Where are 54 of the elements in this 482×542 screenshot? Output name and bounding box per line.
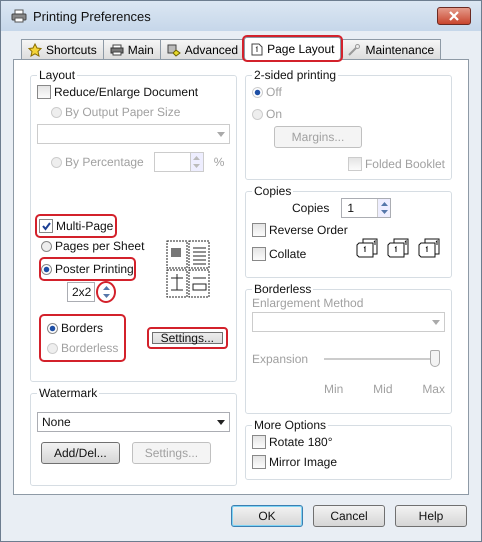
checkmark-icon <box>40 220 52 232</box>
dialog-button[interactable]: Help <box>395 505 467 527</box>
caret-icon <box>217 132 225 136</box>
group-title: 2-sided printing <box>253 68 338 82</box>
group-title: More Options <box>253 418 328 432</box>
radio-option[interactable]: Pages per Sheet <box>41 236 144 256</box>
close-button[interactable] <box>437 7 471 25</box>
enlargement-method-label: Enlargement Method <box>252 296 364 310</box>
dialog-button[interactable]: OK <box>231 505 303 527</box>
window-title: Printing Preferences <box>33 8 151 24</box>
add-delete-button[interactable]: Add/Del... <box>41 442 120 464</box>
paper-size-dropdown[interactable] <box>37 124 230 144</box>
caret-icon <box>432 320 440 324</box>
copies-label: Copies <box>292 201 330 215</box>
wrench-icon <box>347 42 362 56</box>
spinner-arrows[interactable] <box>98 283 114 301</box>
copies-field[interactable]: 1 <box>341 198 392 218</box>
watermark-dropdown[interactable]: None <box>37 412 230 432</box>
tab[interactable]: Maintenance <box>340 39 442 59</box>
dialog-button[interactable]: Cancel <box>313 505 385 527</box>
enlargement-method-dropdown[interactable] <box>252 312 445 332</box>
percent-sign: % <box>214 155 224 169</box>
group-title: Borderless <box>253 282 312 296</box>
group-title: Copies <box>253 184 292 198</box>
radio-option[interactable]: Poster Printing <box>41 259 134 279</box>
reverse-order-checkbox[interactable]: Reverse Order <box>252 220 348 240</box>
radio-option[interactable]: Borders <box>47 318 104 338</box>
percentage-field[interactable] <box>154 152 204 172</box>
close-icon <box>448 11 460 21</box>
option-checkbox[interactable]: Rotate 180° <box>252 432 333 452</box>
printer-icon <box>11 9 27 23</box>
group-title: Layout <box>38 68 76 82</box>
tick-label: Mid <box>373 382 392 396</box>
spinner-arrows-icon[interactable] <box>380 200 389 216</box>
reduce-enlarge-checkbox[interactable]: Reduce/Enlarge Document <box>37 82 198 102</box>
star-icon <box>28 42 42 56</box>
option-checkbox[interactable]: Mirror Image <box>252 452 338 472</box>
tick-label: Min <box>324 382 344 396</box>
settings-button[interactable]: Settings... <box>146 327 228 349</box>
tab[interactable]: Main <box>102 39 161 59</box>
tick-label: Max <box>422 382 445 396</box>
printer-icon <box>110 44 124 56</box>
poster-size-field[interactable]: 2x2 <box>67 282 95 302</box>
poster-pages-drawing <box>166 240 210 298</box>
caret-icon <box>217 420 225 424</box>
tab[interactable]: Page Layout <box>244 37 342 60</box>
tab[interactable]: Shortcuts <box>21 39 104 59</box>
collate-checkbox[interactable]: Collate <box>252 244 306 264</box>
page-icon <box>251 42 264 56</box>
multi-page-checkbox[interactable]: Multi-Page <box>37 216 116 236</box>
expansion-label: Expansion <box>252 352 308 366</box>
group-title: Watermark <box>38 386 98 400</box>
spinner-arrows-icon[interactable] <box>192 154 202 170</box>
dropdown-value: None <box>42 415 71 429</box>
